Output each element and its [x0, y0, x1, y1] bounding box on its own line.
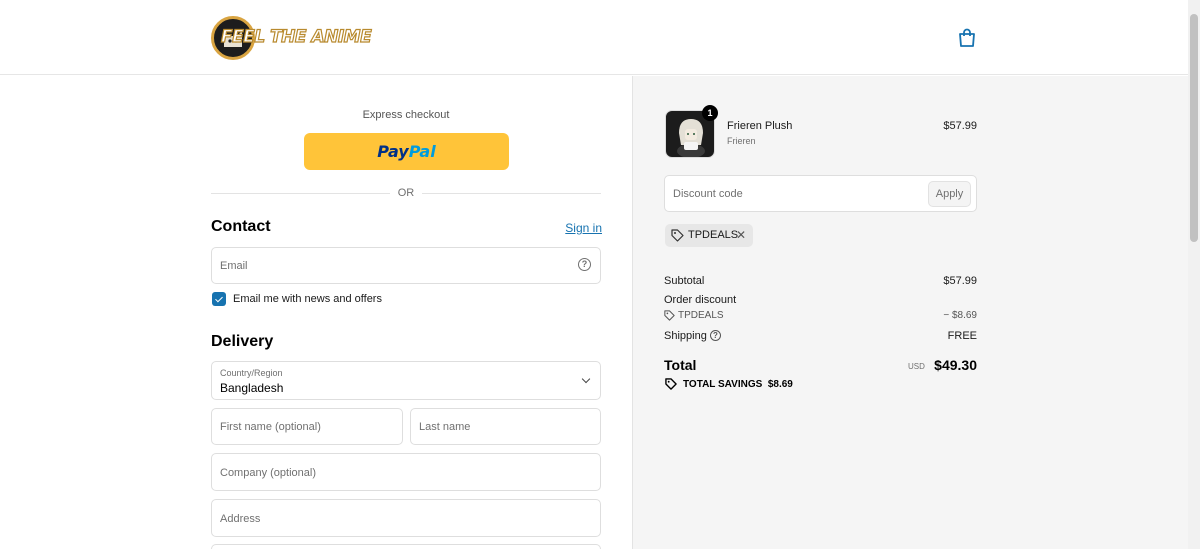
news-checkbox-label[interactable]: Email me with news and offers — [233, 293, 382, 305]
total-savings: TOTAL SAVINGS $8.69 — [683, 379, 793, 390]
paypal-text-pal: Pal — [408, 142, 436, 161]
shopping-bag-icon[interactable] — [958, 28, 976, 48]
address-field[interactable]: Address — [211, 499, 601, 537]
scrollbar-thumb[interactable] — [1190, 14, 1198, 242]
total-currency: USD — [908, 362, 925, 371]
chevron-down-icon — [581, 374, 591, 384]
subtotal-value: $57.99 — [943, 275, 977, 287]
shipping-label: Shipping — [664, 330, 707, 342]
discount-code-summary: TPDEALS — [678, 310, 724, 321]
discount-value: − $8.69 — [943, 310, 977, 321]
last-name-field[interactable]: Last name — [410, 408, 601, 445]
contact-title: Contact — [211, 218, 271, 235]
email-placeholder: Email — [220, 260, 248, 272]
subtotal-label: Subtotal — [664, 275, 705, 287]
header: FEEL THE ANIME — [0, 0, 1188, 75]
country-label: Country/Region — [220, 368, 283, 378]
savings-label: TOTAL SAVINGS — [683, 379, 763, 390]
total-label: Total — [664, 357, 697, 373]
shipping-value: FREE — [947, 330, 977, 342]
quantity-badge: 1 — [702, 105, 718, 121]
close-icon[interactable]: ✕ — [736, 228, 746, 242]
country-select[interactable]: Country/Region Bangladesh — [211, 361, 601, 400]
tag-icon — [665, 378, 677, 390]
next-field[interactable] — [211, 544, 601, 549]
product-name: Frieren Plush — [727, 120, 793, 132]
product-price: $57.99 — [943, 120, 977, 132]
tag-icon — [671, 229, 684, 242]
applied-discount-code: TPDEALS — [688, 229, 739, 241]
checkmark-icon — [215, 294, 223, 302]
company-placeholder: Company (optional) — [220, 467, 316, 479]
product-variant: Frieren — [727, 136, 756, 146]
total-value: $49.30 — [934, 357, 977, 373]
savings-value: $8.69 — [767, 379, 793, 390]
news-checkbox[interactable] — [212, 292, 226, 306]
tag-icon — [664, 310, 675, 321]
or-label: OR — [390, 187, 422, 199]
apply-button[interactable]: Apply — [928, 181, 971, 207]
email-field[interactable]: Email ? — [211, 247, 601, 284]
question-icon[interactable]: ? — [710, 330, 721, 341]
delivery-title: Delivery — [211, 333, 274, 350]
address-placeholder: Address — [220, 513, 261, 525]
first-name-placeholder: First name (optional) — [220, 421, 321, 433]
last-name-placeholder: Last name — [419, 421, 471, 433]
first-name-field[interactable]: First name (optional) — [211, 408, 403, 445]
paypal-button[interactable]: Pay Pal — [304, 133, 509, 170]
express-checkout-label: Express checkout — [362, 109, 450, 121]
brand-logo[interactable]: FEEL THE ANIME — [211, 16, 372, 60]
discount-placeholder: Discount code — [673, 188, 743, 200]
order-discount-label: Order discount — [664, 294, 737, 306]
paypal-text-pay: Pay — [377, 142, 409, 161]
country-value: Bangladesh — [220, 381, 284, 395]
sign-in-link[interactable]: Sign in — [560, 221, 602, 235]
brand-name: FEEL THE ANIME — [220, 26, 372, 47]
question-icon[interactable]: ? — [578, 258, 591, 271]
company-field[interactable]: Company (optional) — [211, 453, 601, 491]
